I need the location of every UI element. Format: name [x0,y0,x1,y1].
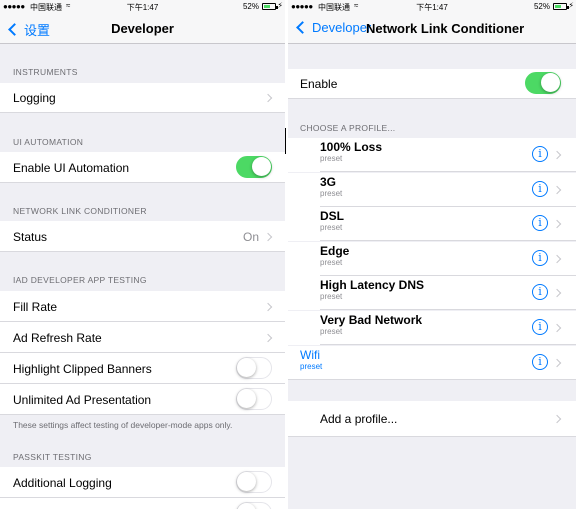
info-icon[interactable]: i [532,284,548,301]
section-header-passkit: PASSKIT TESTING [13,452,92,462]
nav-bar: Developer Network Link Conditioner [288,13,576,44]
chevron-right-icon [263,93,273,103]
enable-ui-automation-row: Enable UI Automation [0,152,285,183]
status-row[interactable]: Status On [0,221,285,252]
chevron-right-icon [263,302,273,312]
profile-row[interactable]: 100% Loss preset i [288,138,576,172]
page-title: Network Link Conditioner [366,21,525,36]
enable-ui-automation-label: Enable UI Automation [13,161,130,175]
profile-name: 3G [320,174,337,189]
logging-label: Logging [13,91,56,105]
info-icon[interactable]: i [532,353,548,370]
profile-row[interactable]: Wifi preset i [288,345,576,380]
additional-logging-label: Additional Logging [13,476,112,490]
chevron-right-icon [552,323,562,333]
chevron-right-icon [263,333,273,343]
charging-icon: ⚡ [568,1,574,10]
fill-rate-label: Fill Rate [13,300,58,314]
ad-refresh-rate-row[interactable]: Ad Refresh Rate [0,322,285,353]
unlimited-ad-presentation-toggle[interactable] [236,388,272,410]
battery-icon [262,3,278,10]
profile-subtitle: preset [320,154,343,163]
profile-subtitle: preset [300,361,323,371]
status-bar: ●●●●● 中国联通 ≈ 下午1:47 52% ⚡ [0,0,285,13]
enable-row: Enable [288,69,576,99]
fill-rate-row[interactable]: Fill Rate [0,291,285,322]
chevron-right-icon [552,150,562,160]
profile-name: 100% Loss [320,140,383,154]
unlimited-ad-presentation-row: Unlimited Ad Presentation [0,384,285,415]
iad-footer-note: These settings affect testing of develop… [13,420,233,430]
profile-subtitle: preset [320,327,343,336]
back-button[interactable]: Developer [295,20,371,35]
profile-subtitle: preset [320,292,343,302]
battery-percent: 52% [242,2,259,11]
charging-icon: ⚡ [277,1,283,10]
chevron-right-icon [552,219,562,229]
next-row-partial [0,498,285,509]
partial-toggle[interactable] [236,502,272,509]
status-label: Status [13,230,48,244]
nav-bar: 设置 Developer [0,13,285,44]
add-profile-row[interactable]: Add a profile... [288,401,576,437]
info-icon[interactable]: i [532,146,548,162]
info-icon[interactable]: i [532,215,548,232]
developer-screen: ●●●●● 中国联通 ≈ 下午1:47 52% ⚡ 设置 Developer I… [0,0,285,509]
profile-row[interactable]: DSL preset i [288,207,576,242]
info-icon[interactable]: i [532,180,548,197]
profile-row[interactable]: High Latency DNS preset i [288,276,576,311]
profile-row[interactable]: Very Bad Network preset i [288,311,576,345]
profile-row[interactable]: 3G preset i [288,172,576,207]
highlight-clipped-banners-row: Highlight Clipped Banners [0,353,285,384]
section-header-network: NETWORK LINK CONDITIONER [13,206,147,216]
chevron-right-icon [263,232,273,242]
profile-name: Very Bad Network [320,313,423,327]
chevron-right-icon [552,289,562,298]
chevron-right-icon [552,254,562,264]
profile-name: Wifi [300,347,320,362]
network-link-conditioner-screen: ●●●●● 中国联通 ≈ 下午1:47 52% ⚡ Developer Netw… [288,0,576,509]
chevron-right-icon [552,358,562,367]
status-time: 下午1:47 [416,3,448,12]
info-icon[interactable]: i [532,249,548,266]
enable-ui-automation-toggle[interactable] [236,156,272,178]
status-bar: ●●●●● 中国联通 ≈ 下午1:47 52% ⚡ [288,0,576,13]
profiles-header: CHOOSE A PROFILE... [300,123,396,133]
chevron-right-icon [552,185,562,194]
info-icon[interactable]: i [532,319,548,335]
chevron-right-icon [552,414,562,424]
text-cursor [285,128,286,154]
section-header-iad: IAD DEVELOPER APP TESTING [13,275,147,285]
profile-name: Edge [320,243,350,258]
highlight-clipped-banners-label: Highlight Clipped Banners [13,362,152,376]
profile-subtitle: preset [320,257,343,267]
chevron-left-icon [296,21,309,34]
highlight-clipped-banners-toggle[interactable] [236,357,272,379]
page-title: Developer [111,21,174,36]
unlimited-ad-presentation-label: Unlimited Ad Presentation [13,393,152,407]
additional-logging-toggle[interactable] [236,471,272,493]
section-header-instruments: INSTRUMENTS [13,67,78,77]
logging-row[interactable]: Logging [0,83,285,113]
additional-logging-row: Additional Logging [0,467,285,498]
battery-percent: 52% [533,2,550,11]
profile-name: High Latency DNS [320,278,425,293]
profile-subtitle: preset [320,188,343,198]
status-value: On [242,230,259,244]
add-profile-label: Add a profile... [320,412,398,426]
back-label: Developer [312,20,372,35]
battery-icon [553,3,569,10]
profile-row[interactable]: Edge preset i [288,241,576,276]
enable-toggle[interactable] [525,72,561,94]
section-header-ui-automation: UI AUTOMATION [13,137,84,147]
enable-label: Enable [300,77,338,91]
profile-name: DSL [320,209,344,224]
row-separator [288,378,576,380]
profile-subtitle: preset [320,223,343,233]
ad-refresh-rate-label: Ad Refresh Rate [13,331,102,345]
